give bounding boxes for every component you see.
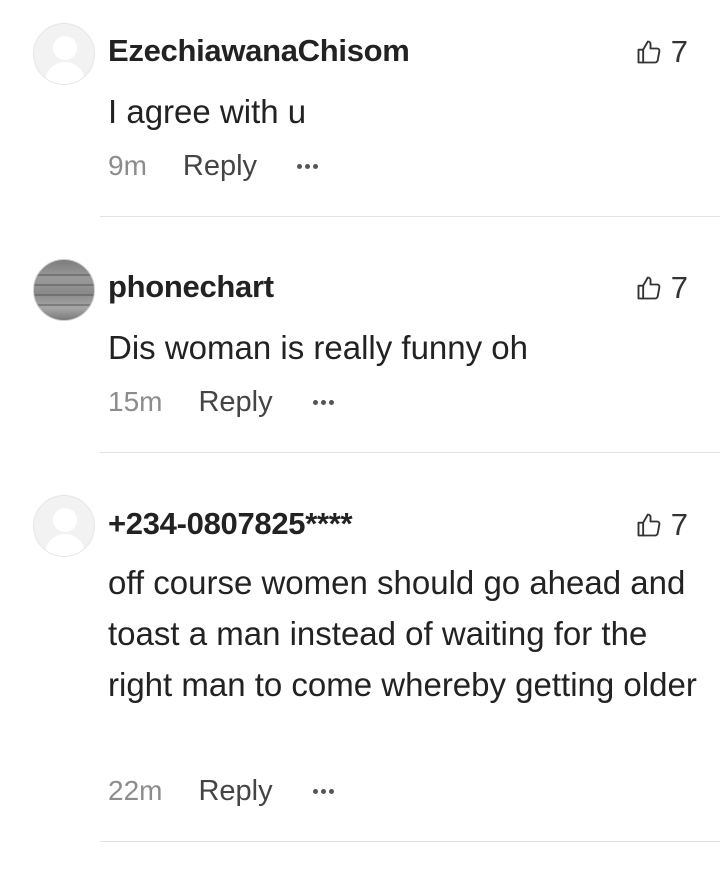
divider xyxy=(100,841,720,842)
comment-text: Dis woman is really funny oh xyxy=(108,329,529,366)
default-avatar-icon[interactable] xyxy=(33,23,95,85)
comment-timestamp: 9m xyxy=(108,150,147,181)
thumbs-up-icon xyxy=(635,38,663,66)
comment-meta: 15m Reply xyxy=(108,382,334,422)
reply-button[interactable]: Reply xyxy=(183,150,257,183)
like-button[interactable]: 7 xyxy=(635,34,688,70)
like-button[interactable]: 7 xyxy=(635,270,688,306)
photo-avatar[interactable] xyxy=(33,259,95,321)
comment-username[interactable]: EzechiawanaChisom xyxy=(108,33,410,69)
like-button[interactable]: 7 xyxy=(635,507,688,543)
reply-button[interactable]: Reply xyxy=(198,775,272,808)
like-count: 7 xyxy=(670,270,688,305)
divider xyxy=(100,216,720,217)
like-count: 7 xyxy=(670,34,688,69)
comment-timestamp: 15m xyxy=(108,386,163,417)
like-count: 7 xyxy=(670,507,688,542)
comment-meta: 22m Reply xyxy=(108,771,334,811)
comment-text: I agree with u xyxy=(108,93,307,130)
thumbs-up-icon xyxy=(635,511,663,539)
more-options-icon[interactable] xyxy=(312,392,334,412)
comment-text: off course women should go ahead and toa… xyxy=(108,564,697,703)
divider xyxy=(100,452,720,453)
comment-username[interactable]: phonechart xyxy=(108,269,274,305)
reply-button[interactable]: Reply xyxy=(198,386,272,419)
default-avatar-icon[interactable] xyxy=(33,495,95,557)
comment-username[interactable]: +234-0807825**** xyxy=(108,506,353,542)
more-options-icon[interactable] xyxy=(297,156,319,176)
comment-meta: 9m Reply xyxy=(108,146,319,186)
thumbs-up-icon xyxy=(635,274,663,302)
more-options-icon[interactable] xyxy=(312,781,334,801)
comment-timestamp: 22m xyxy=(108,775,163,806)
